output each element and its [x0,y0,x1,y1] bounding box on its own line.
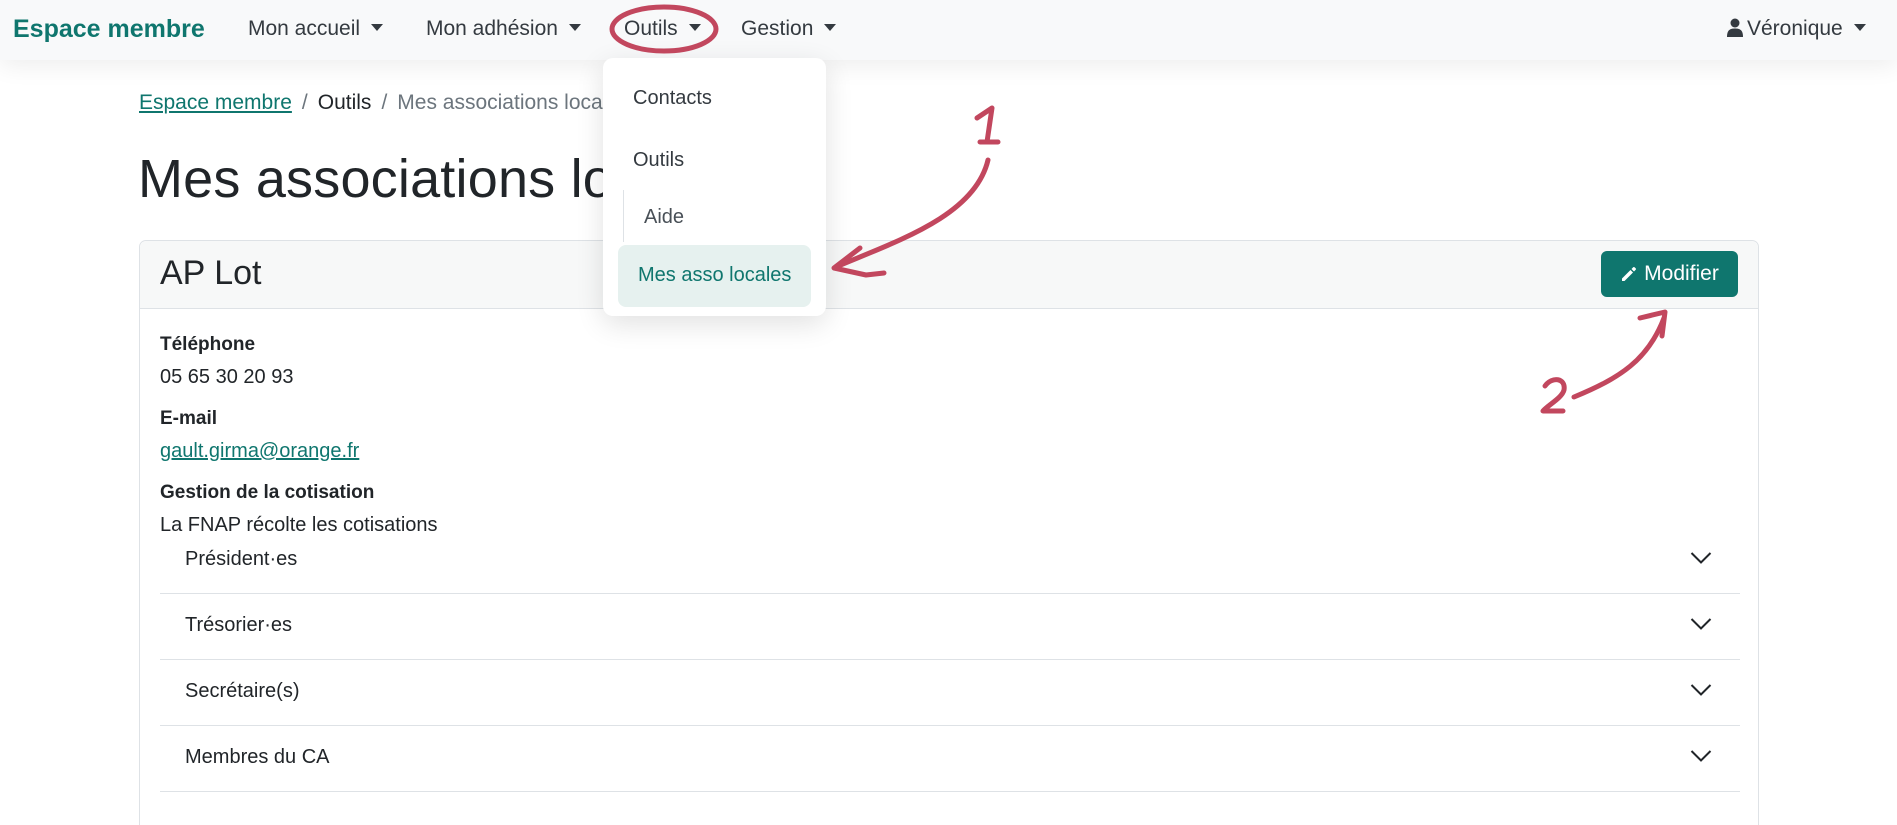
accordion-label: Trésorier·es [185,614,293,636]
telephone-label: Téléphone [160,334,256,355]
outils-dropdown-menu: Contacts Outils Aide Mes asso locales [603,58,826,316]
accordion-label: Secrétaire(s) [185,680,300,702]
chevron-down-icon [1690,750,1712,762]
caret-down-icon [688,24,701,31]
accordion-item-tresoriers[interactable]: Trésorier·es [160,594,1740,660]
nav-label: Outils [624,17,678,40]
breadcrumb-separator: / [301,91,308,114]
submenu-divider [623,190,624,242]
page-title: Mes associations lo [138,149,614,209]
email-label: E-mail [160,408,218,429]
dropdown-item-mes-asso-locales[interactable]: Mes asso locales [618,245,811,307]
dropdown-item-outils[interactable]: Outils [633,149,684,172]
email-link[interactable]: gault.girma@orange.fr [160,440,359,463]
cotisation-label: Gestion de la cotisation [160,482,375,503]
accordion-label: Président·es [185,548,298,570]
card-title: AP Lot [160,254,262,292]
association-card: AP Lot Modifier Téléphone 05 65 30 20 93… [139,240,1759,825]
modifier-button[interactable]: Modifier [1601,251,1738,297]
chevron-down-icon [1690,552,1712,564]
user-menu[interactable]: Véronique [1727,17,1866,41]
dropdown-item-aide[interactable]: Aide [644,206,684,229]
user-icon [1727,18,1743,37]
accordion-label: Membres du CA [185,746,330,768]
nav-mon-adhesion[interactable]: Mon adhésion [426,17,581,41]
brand-link[interactable]: Espace membre [13,15,205,44]
modifier-label: Modifier [1644,262,1719,285]
chevron-down-icon [1690,618,1712,630]
nav-label: Gestion [741,17,814,40]
nav-label: Mon adhésion [426,17,558,40]
accordion-item-presidents[interactable]: Président·es [160,528,1740,594]
accordion-item-membres-ca[interactable]: Membres du CA [160,726,1740,792]
telephone-value: 05 65 30 20 93 [160,366,294,388]
top-navbar: Espace membre Mon accueil Mon adhésion O… [0,0,1897,60]
card-header: AP Lot Modifier [140,241,1758,309]
caret-down-icon [824,24,837,31]
nav-gestion[interactable]: Gestion [741,17,837,41]
breadcrumb-current: Mes associations loca [397,91,603,114]
breadcrumb-section: Outils [317,91,372,114]
breadcrumb: Espace membre / Outils / Mes associations lo… [139,91,603,115]
nav-outils[interactable]: Outils [624,17,701,41]
caret-down-icon [568,24,581,31]
caret-down-icon [1853,24,1866,31]
breadcrumb-home-link[interactable]: Espace membre [139,91,292,114]
accordion-item-secretaires[interactable]: Secrétaire(s) [160,660,1740,726]
breadcrumb-separator: / [381,91,388,114]
chevron-down-icon [1690,684,1712,696]
nav-label: Mon accueil [248,17,361,40]
pencil-icon [1622,267,1637,281]
user-name: Véronique [1747,17,1843,40]
caret-down-icon [371,24,384,31]
dropdown-item-contacts[interactable]: Contacts [633,87,712,110]
nav-mon-accueil[interactable]: Mon accueil [248,17,384,41]
roles-accordion: Président·es Trésorier·es Secrétaire(s) … [160,528,1740,792]
annotation-number-1 [974,105,1001,145]
dropdown-item-label: Mes asso locales [638,264,792,286]
